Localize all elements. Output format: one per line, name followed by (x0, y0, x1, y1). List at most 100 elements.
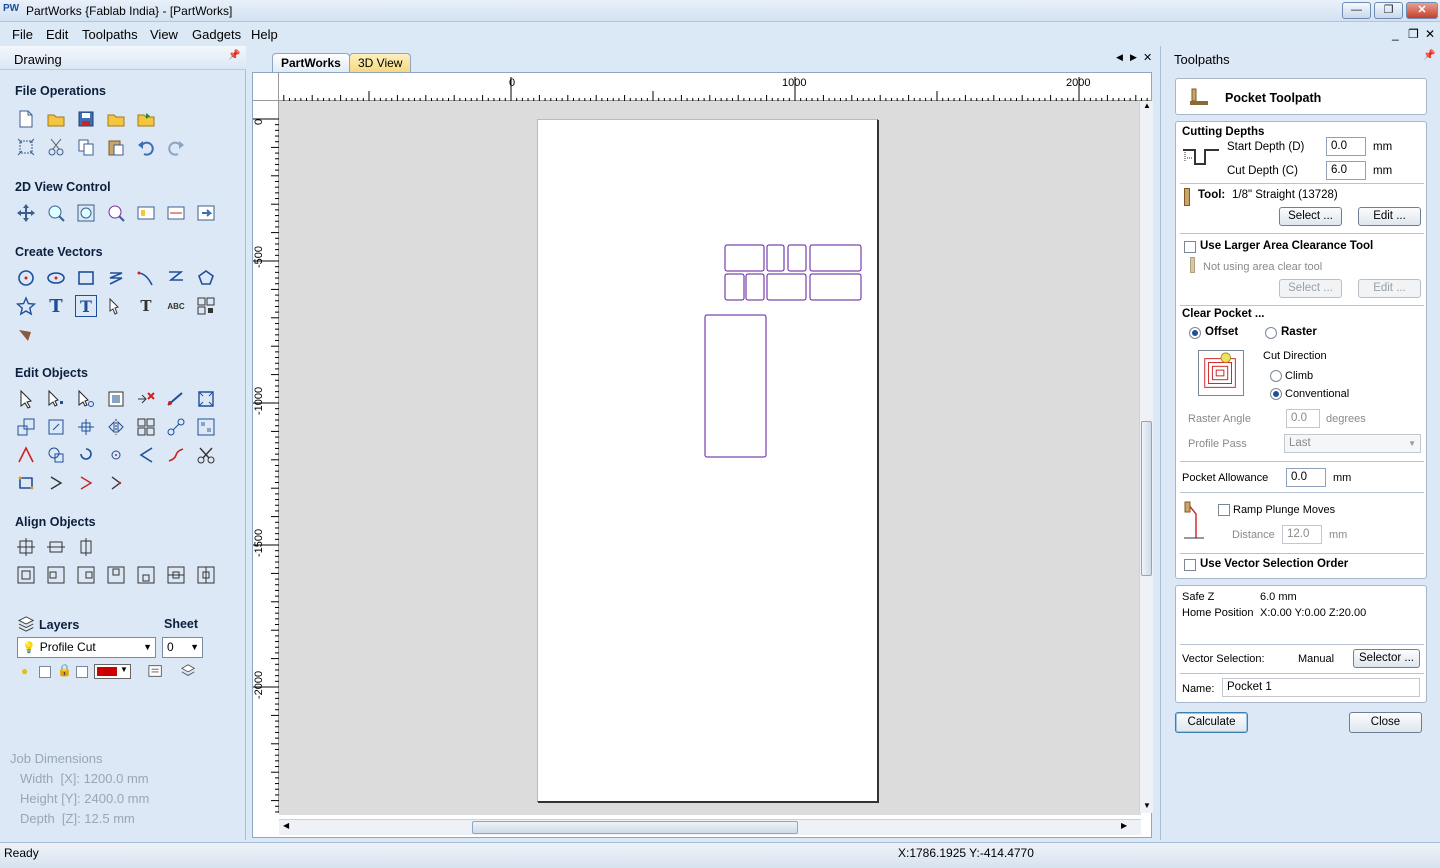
close-vector-icon[interactable] (45, 472, 67, 494)
transform-icon[interactable] (75, 388, 97, 410)
offset-icon[interactable] (105, 444, 127, 466)
raster-angle-input[interactable]: 0.0 (1286, 409, 1320, 428)
mdi-close-button[interactable]: ✕ (1425, 27, 1435, 41)
pin-icon[interactable]: 📌 (1423, 50, 1435, 61)
show-sheet-icon[interactable] (165, 202, 187, 224)
draw-ellipse-icon[interactable] (45, 267, 67, 289)
layer-properties-icon[interactable] (147, 663, 167, 681)
horizontal-scrollbar[interactable]: ◀ ▶ (279, 819, 1141, 835)
light-bulb-icon[interactable]: ● (21, 664, 28, 678)
vector-rect-4[interactable] (809, 244, 862, 272)
zoom-box-icon[interactable] (45, 202, 67, 224)
mdi-minimize-button[interactable]: _ (1392, 27, 1399, 41)
vector-rect-7[interactable] (766, 273, 807, 301)
interactive-sizing-icon[interactable] (105, 388, 127, 410)
node-edit-icon[interactable] (45, 388, 67, 410)
maximize-button[interactable]: ❐ (1374, 2, 1403, 19)
tab-partworks[interactable]: PartWorks (272, 53, 350, 73)
mirror-icon[interactable] (105, 416, 127, 438)
align-left-icon[interactable] (45, 564, 67, 586)
layer-dropdown[interactable]: 💡 Profile Cut ▼ (17, 637, 156, 658)
new-file-icon[interactable] (15, 108, 37, 130)
clearance-select-button[interactable]: Select ... (1279, 279, 1342, 298)
scroll-left-icon[interactable]: ◀ (1116, 52, 1123, 63)
vector-rect-9[interactable] (704, 314, 767, 458)
import-folder-icon[interactable] (135, 108, 157, 130)
scroll-up-icon[interactable]: ▲ (1143, 101, 1151, 110)
close-view-icon[interactable]: ✕ (1143, 51, 1152, 64)
pin-icon[interactable]: 📌 (228, 50, 240, 61)
draw-spline-icon[interactable] (165, 267, 187, 289)
text-arc-icon[interactable]: ABC (165, 295, 187, 317)
align-bottom-icon[interactable] (135, 564, 157, 586)
scroll-down-icon[interactable]: ▼ (1143, 801, 1151, 810)
calculate-button[interactable]: Calculate (1175, 712, 1248, 733)
pan-icon[interactable] (15, 202, 37, 224)
resize-icon[interactable] (45, 416, 67, 438)
selector-button[interactable]: Selector ... (1353, 649, 1420, 668)
drawing-canvas[interactable] (279, 101, 1141, 815)
weld-icon[interactable] (45, 444, 67, 466)
join-icon[interactable] (165, 444, 187, 466)
scale-icon[interactable] (15, 416, 37, 438)
climb-radio[interactable] (1270, 370, 1282, 382)
smooth-icon[interactable] (15, 472, 37, 494)
tool-select-button[interactable]: Select ... (1279, 207, 1342, 226)
tab-3d-view[interactable]: 3D View (349, 53, 412, 73)
qr-code-icon[interactable] (195, 295, 217, 317)
layer-manager-icon[interactable] (180, 663, 200, 681)
vector-rect-8[interactable] (809, 273, 862, 301)
start-depth-input[interactable]: 0.0 (1326, 137, 1366, 156)
align-center-icon[interactable] (15, 536, 37, 558)
scroll-right-icon[interactable]: ▶ (1121, 821, 1127, 830)
undo-icon[interactable] (135, 136, 157, 158)
close-button[interactable]: Close (1349, 712, 1422, 733)
vector-rect-1[interactable] (724, 244, 765, 272)
draw-star-icon[interactable] (15, 295, 37, 317)
cut-depth-input[interactable]: 6.0 (1326, 161, 1366, 180)
ramp-plunge-checkbox[interactable] (1218, 504, 1230, 516)
job-setup-icon[interactable] (15, 136, 37, 158)
array-copy-icon[interactable] (135, 416, 157, 438)
vector-rect-2[interactable] (766, 244, 785, 272)
cut-icon[interactable] (45, 136, 67, 158)
toolpath-name-input[interactable]: Pocket 1 (1222, 678, 1420, 697)
display-options-icon[interactable] (195, 202, 217, 224)
fillet-icon[interactable] (75, 444, 97, 466)
redo-icon[interactable] (165, 136, 187, 158)
draw-rectangle-icon[interactable] (75, 267, 97, 289)
menu-help[interactable]: Help (251, 27, 278, 42)
align-top-icon[interactable] (105, 564, 127, 586)
open-folder-2-icon[interactable] (105, 108, 127, 130)
zoom-extents-icon[interactable] (75, 202, 97, 224)
text-box-icon[interactable]: T (135, 295, 157, 317)
select-arrow-icon[interactable] (15, 388, 37, 410)
tabs-icon[interactable] (105, 472, 127, 494)
menu-gadgets[interactable]: Gadgets (192, 27, 241, 42)
align-center-2-icon[interactable] (15, 564, 37, 586)
vector-rect-5[interactable] (724, 273, 745, 301)
mdi-restore-button[interactable]: ❐ (1408, 27, 1419, 41)
conventional-radio[interactable] (1270, 388, 1282, 400)
pocket-allowance-input[interactable]: 0.0 (1286, 468, 1326, 487)
view-toggle-icon[interactable] (135, 202, 157, 224)
draw-text-icon[interactable]: T (45, 295, 67, 317)
vector-rect-3[interactable] (787, 244, 807, 272)
delete-object-icon[interactable] (135, 388, 157, 410)
draw-polygon-icon[interactable] (195, 267, 217, 289)
close-window-button[interactable]: ✕ (1406, 2, 1438, 19)
dimension-icon[interactable] (105, 295, 127, 317)
vertical-scrollbar[interactable]: ▲ ▼ (1139, 101, 1153, 813)
trim-icon[interactable] (15, 444, 37, 466)
nesting-icon[interactable] (195, 416, 217, 438)
layer-visible-checkbox[interactable] (39, 666, 51, 678)
sheet-dropdown[interactable]: 0 ▼ (162, 637, 203, 658)
menu-file[interactable]: File (12, 27, 33, 42)
layer-lock-checkbox[interactable] (76, 666, 88, 678)
center-icon[interactable] (75, 416, 97, 438)
draw-curve-icon[interactable] (135, 267, 157, 289)
paste-icon[interactable] (105, 136, 127, 158)
tool-edit-button[interactable]: Edit ... (1358, 207, 1421, 226)
minimize-button[interactable]: — (1342, 2, 1371, 19)
ramp-distance-input[interactable]: 12.0 (1282, 525, 1322, 544)
